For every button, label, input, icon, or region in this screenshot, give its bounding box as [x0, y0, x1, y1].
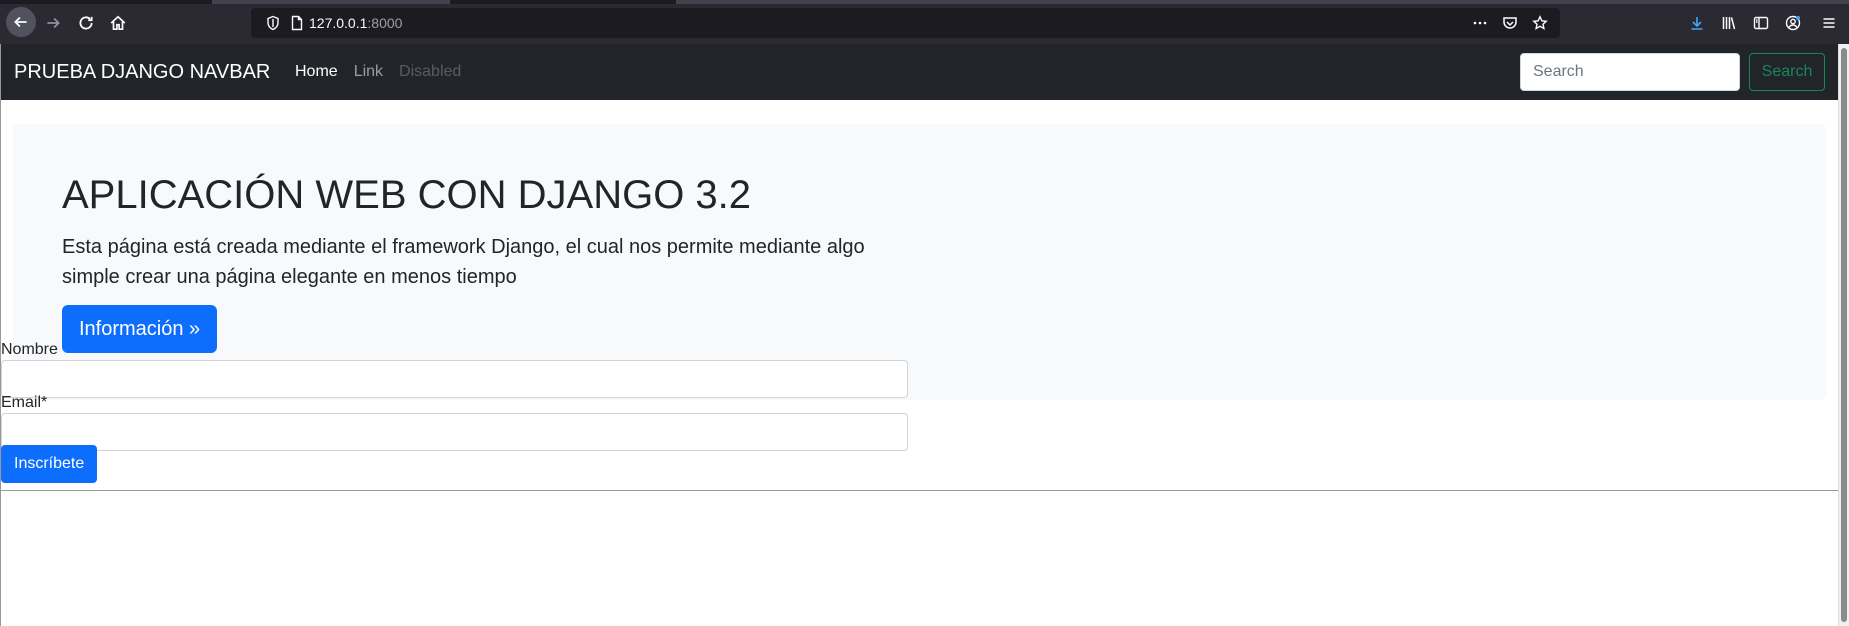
- url-host: 127.0.0.1: [309, 15, 368, 31]
- url-text[interactable]: 127.0.0.1:8000: [309, 15, 402, 31]
- bookmark-star-icon[interactable]: [1530, 13, 1550, 33]
- name-field[interactable]: [1, 360, 908, 398]
- active-tab[interactable]: [212, 0, 450, 4]
- scrollbar[interactable]: [1838, 44, 1849, 626]
- forward-icon[interactable]: [38, 10, 68, 36]
- sidebar-icon[interactable]: [1745, 10, 1777, 36]
- nav-link-link[interactable]: Link: [354, 63, 383, 81]
- search-input[interactable]: [1520, 53, 1740, 91]
- email-label: Email*: [1, 394, 48, 411]
- jumbotron-text: Esta página está creada mediante el fram…: [62, 236, 865, 288]
- nav-link-disabled: Disabled: [399, 63, 462, 80]
- url-actions: [1470, 13, 1550, 33]
- menu-icon[interactable]: [1809, 10, 1849, 36]
- home-icon[interactable]: [103, 10, 133, 36]
- more-icon[interactable]: [1470, 13, 1490, 33]
- inactive-tab[interactable]: [676, 0, 1849, 4]
- shield-icon[interactable]: [265, 15, 281, 31]
- url-port: :8000: [367, 15, 403, 31]
- pocket-icon[interactable]: [1500, 13, 1520, 33]
- scrollbar-thumb[interactable]: [1841, 48, 1847, 622]
- site-navbar: PRUEBA DJANGO NAVBAR Home Link Disabled …: [1, 44, 1839, 100]
- tab-strip: [0, 0, 1849, 4]
- jumbotron-title: APLICACIÓN WEB CON DJANGO 3.2: [62, 173, 752, 217]
- name-label: Nombre: [1, 341, 58, 358]
- search-button[interactable]: Search: [1749, 53, 1825, 91]
- back-icon[interactable]: [6, 7, 36, 37]
- nav-links: Home Link Disabled: [295, 63, 461, 81]
- page-icon: [289, 15, 305, 31]
- browser-toolbar: 127.0.0.1:8000: [0, 0, 1849, 44]
- page-viewport: PRUEBA DJANGO NAVBAR Home Link Disabled …: [0, 44, 1839, 626]
- toolbar-right: [1681, 10, 1849, 36]
- jumbotron: APLICACIÓN WEB CON DJANGO 3.2 Esta págin…: [13, 124, 1826, 400]
- reload-icon[interactable]: [71, 10, 101, 36]
- info-button[interactable]: Información »: [62, 305, 218, 353]
- footer-divider: [1, 490, 1839, 491]
- library-icon[interactable]: [1713, 10, 1745, 36]
- url-bar[interactable]: 127.0.0.1:8000: [251, 8, 1560, 38]
- subscribe-button[interactable]: Inscríbete: [1, 445, 98, 483]
- download-icon[interactable]: [1681, 10, 1713, 36]
- email-field[interactable]: [1, 413, 908, 451]
- nav-link-home[interactable]: Home: [295, 63, 338, 81]
- account-icon[interactable]: [1777, 10, 1809, 36]
- navbar-brand[interactable]: PRUEBA DJANGO NAVBAR: [14, 61, 270, 84]
